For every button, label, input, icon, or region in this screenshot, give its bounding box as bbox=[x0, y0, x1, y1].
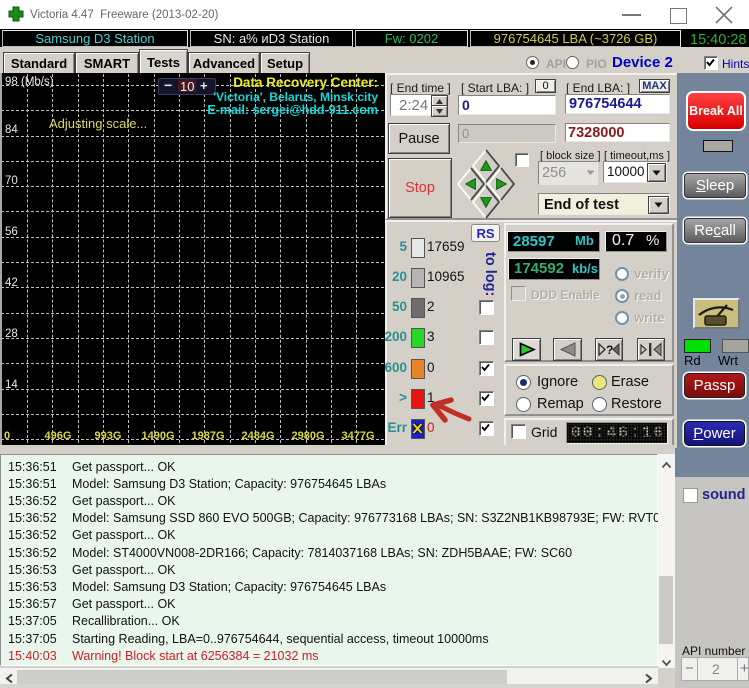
svg-text:?: ? bbox=[606, 343, 613, 357]
